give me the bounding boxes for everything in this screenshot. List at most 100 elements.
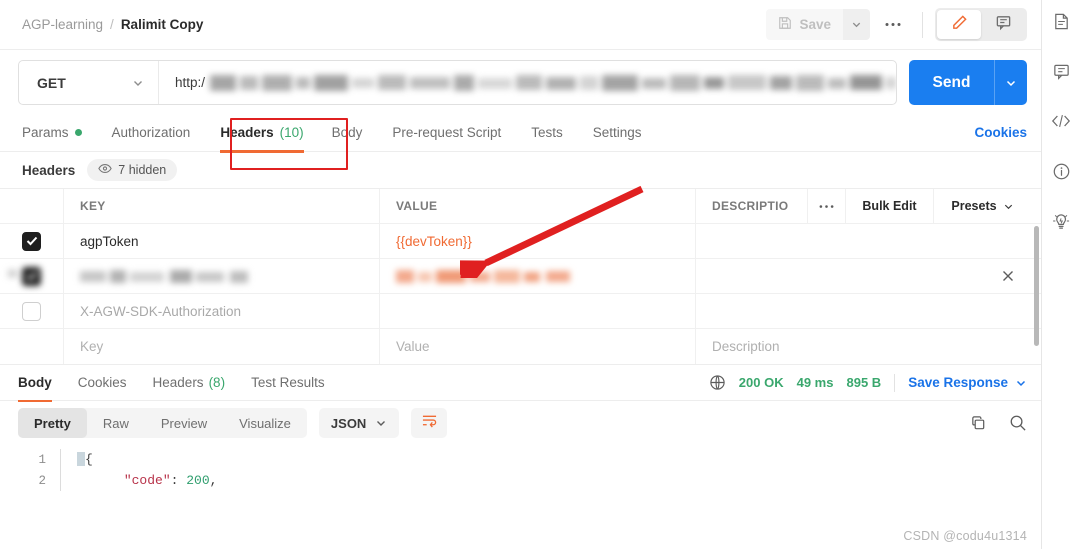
response-body-code[interactable]: 1 { 2 "code": 200,	[0, 445, 1041, 491]
http-method-select[interactable]: GET	[19, 61, 159, 104]
response-status: 200 OK	[738, 375, 784, 390]
row-value-cell[interactable]	[380, 294, 696, 328]
row-description-cell[interactable]	[696, 294, 1041, 328]
save-response-button[interactable]: Save Response	[908, 375, 1027, 390]
comment-icon[interactable]	[1046, 56, 1076, 86]
tab-pre-request-script[interactable]: Pre-request Script	[392, 114, 501, 152]
row-checkbox-cell	[0, 329, 64, 364]
url-input[interactable]: http:/	[159, 61, 896, 104]
response-format-value: JSON	[330, 415, 367, 431]
row-checkbox-cell	[0, 259, 64, 293]
info-icon[interactable]	[1046, 156, 1076, 186]
copy-icon[interactable]	[970, 415, 987, 432]
tab-settings[interactable]: Settings	[593, 114, 642, 152]
params-modified-dot	[74, 129, 82, 136]
headers-subbar: Headers 7 hidden	[0, 152, 1041, 188]
table-options-button[interactable]	[807, 189, 845, 223]
viewer-mode-segmented: Pretty Raw Preview Visualize	[18, 408, 307, 438]
tab-pre-request-script-label: Pre-request Script	[392, 125, 502, 140]
row-checkbox-cell	[0, 224, 64, 258]
header-cell-value: VALUE	[380, 189, 696, 223]
response-tab-body[interactable]: Body	[18, 364, 52, 402]
presets-button[interactable]: Presets	[933, 189, 1031, 223]
viewer-mode-pretty[interactable]: Pretty	[18, 408, 87, 438]
send-dropdown-button[interactable]	[994, 60, 1027, 105]
viewer-mode-preview[interactable]: Preview	[145, 408, 223, 438]
header-actions: Save	[766, 8, 1027, 41]
row-key-value: agpToken	[80, 233, 139, 249]
breadcrumb-root[interactable]: AGP-learning	[22, 17, 103, 32]
app-header: AGP-learning / Ralimit Copy Save	[0, 0, 1041, 50]
comment-mode-toggle[interactable]	[981, 10, 1025, 39]
save-dropdown-button[interactable]	[843, 9, 870, 40]
headers-panel-title: Headers	[22, 162, 76, 178]
viewer-mode-raw[interactable]: Raw	[87, 408, 145, 438]
edit-mode-toggle[interactable]	[937, 10, 981, 39]
response-tab-headers[interactable]: Headers (8)	[153, 364, 226, 401]
new-row-value-placeholder: Value	[396, 339, 430, 354]
row-description-cell[interactable]	[696, 224, 1041, 258]
header-cell-select	[0, 189, 64, 223]
save-response-label: Save Response	[908, 375, 1008, 390]
viewer-mode-visualize[interactable]: Visualize	[223, 408, 307, 438]
row-enabled-checkbox[interactable]	[22, 266, 41, 286]
json-number: 200	[186, 473, 210, 488]
table-scrollbar[interactable]	[1034, 226, 1039, 346]
response-tab-cookies[interactable]: Cookies	[78, 364, 127, 401]
row-enabled-checkbox[interactable]	[22, 231, 41, 251]
json-comma: ,	[209, 473, 218, 488]
code-icon[interactable]	[1046, 106, 1076, 136]
lightbulb-icon[interactable]	[1046, 206, 1076, 236]
hidden-headers-toggle[interactable]: 7 hidden	[87, 159, 178, 181]
code-line: 2 "code": 200,	[0, 470, 1041, 491]
row-key-redacted	[80, 268, 280, 284]
bulk-edit-button[interactable]: Bulk Edit	[845, 189, 933, 223]
code-brace: {	[85, 452, 93, 467]
tab-authorization[interactable]: Authorization	[112, 114, 191, 152]
row-key-cell[interactable]: Key	[64, 329, 380, 364]
table-row: X-AGW-SDK-Authorization	[0, 294, 1041, 329]
json-key: "code"	[123, 473, 171, 488]
postman-window: AGP-learning / Ralimit Copy Save GET htt…	[0, 0, 1080, 549]
drag-handle-icon[interactable]	[6, 267, 19, 285]
http-method-value: GET	[37, 74, 66, 91]
response-tab-test-results[interactable]: Test Results	[251, 364, 325, 401]
cookies-link[interactable]: Cookies	[974, 125, 1027, 140]
globe-icon[interactable]	[709, 374, 726, 391]
meta-divider	[894, 373, 896, 392]
table-header-row: KEY VALUE DESCRIPTIO Bulk Edit Presets	[0, 189, 1041, 224]
tab-headers[interactable]: Headers (10)	[220, 114, 304, 153]
response-format-select[interactable]: JSON	[318, 408, 400, 438]
row-key-cell[interactable]: agpToken	[64, 224, 380, 258]
row-description-cell[interactable]	[696, 259, 1041, 293]
send-button[interactable]: Send	[909, 60, 1027, 105]
tab-tests[interactable]: Tests	[531, 114, 563, 152]
table-row	[0, 259, 1041, 294]
wrap-text-button[interactable]	[411, 408, 448, 438]
row-value-cell[interactable]: {{devToken}}	[380, 224, 696, 258]
documentation-icon[interactable]	[1046, 6, 1076, 36]
url-redacted-region	[206, 72, 896, 94]
url-visible-prefix: http:/	[175, 75, 206, 90]
search-icon[interactable]	[1009, 414, 1027, 432]
response-tab-body-label: Body	[18, 375, 52, 390]
breadcrumb-leaf[interactable]: Ralimit Copy	[121, 17, 204, 32]
row-enabled-checkbox[interactable]	[22, 301, 41, 321]
pencil-icon	[951, 14, 968, 36]
delete-row-button[interactable]	[1001, 269, 1015, 283]
row-description-cell[interactable]: Description	[696, 329, 1041, 364]
response-meta: 200 OK 49 ms 895 B Save Response	[709, 373, 1027, 392]
header-cell-description: DESCRIPTIO Bulk Edit Presets	[696, 189, 1041, 223]
tab-headers-label: Headers	[220, 125, 274, 140]
row-value-cell[interactable]: Value	[380, 329, 696, 364]
tab-body[interactable]: Body	[332, 114, 363, 152]
chevron-down-icon	[1004, 204, 1012, 209]
row-key-cell[interactable]: X-AGW-SDK-Authorization	[64, 294, 380, 328]
text-cursor	[77, 452, 85, 466]
save-button[interactable]: Save	[766, 9, 843, 40]
tab-settings-label: Settings	[592, 125, 642, 140]
row-key-cell[interactable]	[64, 259, 380, 293]
more-options-button[interactable]	[876, 9, 910, 40]
row-value-cell[interactable]	[380, 259, 696, 293]
tab-params[interactable]: Params	[22, 114, 82, 152]
